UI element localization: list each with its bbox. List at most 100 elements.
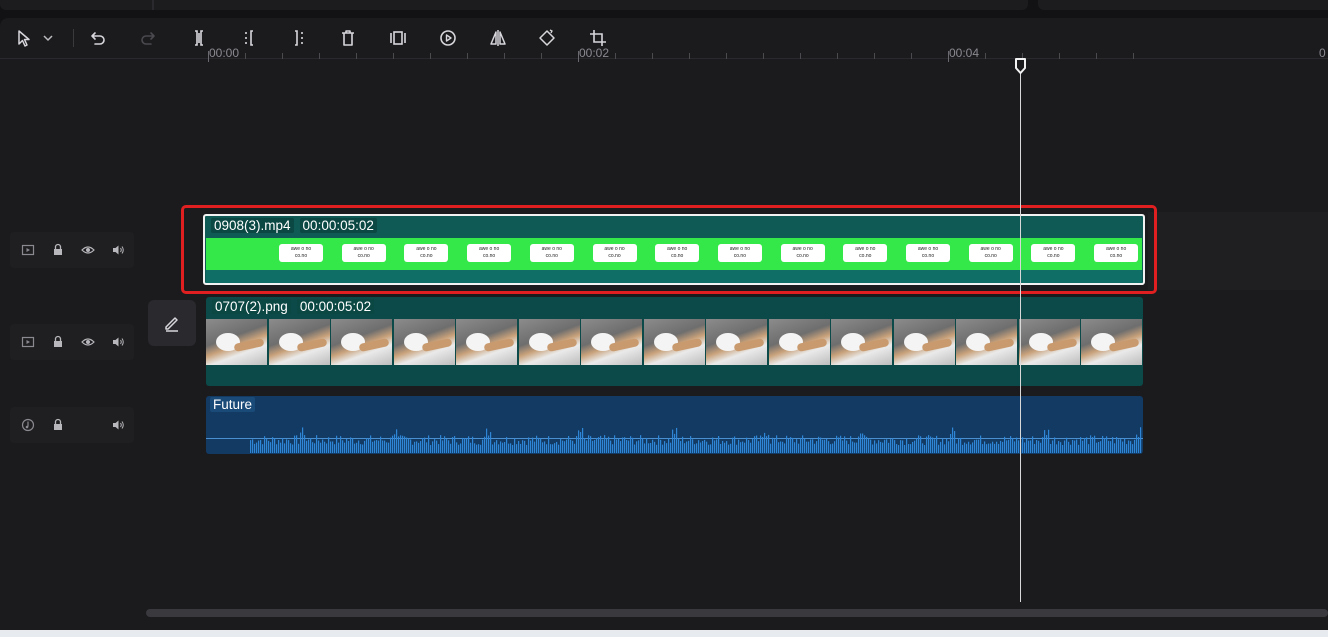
playhead-line[interactable] xyxy=(1020,66,1021,602)
waveform-bar xyxy=(306,440,308,453)
waveform-bar xyxy=(604,435,606,453)
waveform-bar xyxy=(664,441,666,453)
waveform-bar xyxy=(580,432,582,453)
waveform-bar xyxy=(364,440,366,453)
waveform-bar xyxy=(1036,440,1038,453)
waveform-bar xyxy=(824,439,826,453)
waveform-bar xyxy=(866,436,868,453)
waveform-bar xyxy=(732,437,734,453)
waveform-bar xyxy=(1008,439,1010,453)
waveform-bar xyxy=(868,438,870,453)
waveform-bar xyxy=(410,439,412,453)
waveform-bar xyxy=(786,435,788,453)
waveform-bar xyxy=(468,436,470,453)
waveform-bar xyxy=(846,440,848,453)
volume-icon[interactable] xyxy=(108,415,128,435)
waveform-bar xyxy=(790,437,792,453)
waveform-bar xyxy=(1132,444,1134,453)
waveform-bar xyxy=(746,437,748,453)
waveform-bar xyxy=(704,439,706,453)
waveform-bar xyxy=(1108,440,1110,453)
edit-cover-button[interactable] xyxy=(148,300,196,346)
waveform-bar xyxy=(400,435,402,453)
eye-icon[interactable] xyxy=(78,332,98,352)
waveform-bar xyxy=(1080,437,1082,453)
waveform-bar xyxy=(838,437,840,453)
waveform-bar xyxy=(514,438,516,453)
clip-duration: 00:00:05:02 xyxy=(299,218,377,233)
waveform-bar xyxy=(930,436,932,453)
waveform-bar xyxy=(554,443,556,453)
waveform-bar xyxy=(412,444,414,453)
waveform-bar xyxy=(298,443,300,453)
waveform-bar xyxy=(622,437,624,453)
waveform-bar xyxy=(386,442,388,453)
waveform-bar xyxy=(432,441,434,453)
waveform-bar xyxy=(1070,444,1072,453)
waveform-bar xyxy=(540,438,542,453)
waveform-bar xyxy=(416,441,418,453)
image-frame-thumbnail xyxy=(331,319,393,365)
waveform-bar xyxy=(818,436,820,453)
waveform-bar xyxy=(686,441,688,453)
waveform-bar xyxy=(676,427,678,453)
waveform-bar xyxy=(388,442,390,453)
lock-icon[interactable] xyxy=(48,415,68,435)
waveform-bar xyxy=(250,440,252,453)
waveform-bar xyxy=(702,440,704,453)
waveform-bar xyxy=(992,441,994,453)
waveform-bar xyxy=(932,437,934,453)
image-frame-thumbnail xyxy=(1018,319,1081,365)
waveform-bar xyxy=(1010,436,1012,453)
waveform-bar xyxy=(564,441,566,453)
waveform-bar xyxy=(904,444,906,453)
waveform-bar xyxy=(324,441,326,453)
waveform-bar xyxy=(644,443,646,453)
waveform-bar xyxy=(528,437,530,453)
waveform-bar xyxy=(614,435,616,453)
top-panel-right xyxy=(1038,0,1328,10)
lock-icon[interactable] xyxy=(48,332,68,352)
video-clip[interactable]: 0908(3).mp4 00:00:05:02 awe o no co.no awe… xyxy=(203,214,1145,285)
waveform-bar xyxy=(544,441,546,453)
video-frame-thumbnail: awe o no co.no xyxy=(592,244,637,262)
waveform-bar xyxy=(482,439,484,453)
waveform-bar xyxy=(542,442,544,453)
image-frame-thumbnail xyxy=(581,319,643,365)
waveform-bar xyxy=(1116,437,1118,453)
waveform-bar xyxy=(356,442,358,453)
waveform-bar xyxy=(802,435,804,453)
image-frame-thumbnail xyxy=(893,319,956,365)
ruler-tick xyxy=(1096,53,1097,59)
select-dropdown-icon[interactable] xyxy=(38,25,58,51)
waveform-bar xyxy=(896,444,898,453)
waveform-bar xyxy=(378,440,380,453)
waveform-bar xyxy=(472,436,474,453)
eye-icon[interactable] xyxy=(78,240,98,260)
waveform-bar xyxy=(326,443,328,453)
waveform-bar xyxy=(1086,437,1088,453)
waveform-bar xyxy=(988,443,990,453)
waveform-bar xyxy=(1002,441,1004,453)
waveform-bar xyxy=(892,438,894,453)
volume-icon[interactable] xyxy=(108,240,128,260)
waveform-bar xyxy=(794,442,796,453)
waveform-bar xyxy=(404,436,406,453)
waveform-bar xyxy=(848,444,850,453)
waveform-bar xyxy=(384,440,386,453)
image-clip[interactable]: 0707(2).png 00:00:05:02 xyxy=(206,297,1143,386)
playhead-handle[interactable] xyxy=(1014,58,1027,74)
waveform-bar xyxy=(1024,442,1026,453)
waveform-bar xyxy=(836,435,838,453)
waveform-bar xyxy=(1064,440,1066,453)
horizontal-scrollbar[interactable] xyxy=(146,609,1328,617)
undo-icon[interactable] xyxy=(84,25,112,51)
audio-clip[interactable]: Future xyxy=(206,396,1143,454)
volume-icon[interactable] xyxy=(108,332,128,352)
time-ruler[interactable]: 00:00 00:02 00:04 0 xyxy=(142,41,1328,65)
ruler-tick xyxy=(578,51,579,62)
waveform-bar xyxy=(374,440,376,453)
select-tool-icon[interactable] xyxy=(10,25,38,51)
lock-icon[interactable] xyxy=(48,240,68,260)
image-frame-thumbnail xyxy=(456,319,518,365)
